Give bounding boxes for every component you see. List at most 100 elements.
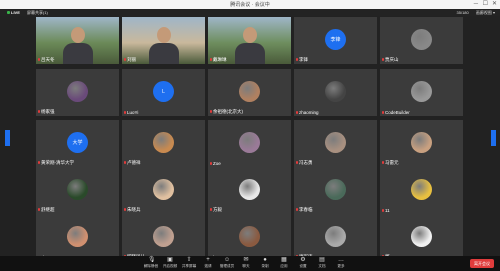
avatar xyxy=(153,226,174,247)
participant-tile[interactable]: 马雷元 xyxy=(380,120,463,167)
avatar xyxy=(325,226,346,247)
mic-muted-icon xyxy=(38,208,40,212)
participant-name: 卢德祥 xyxy=(124,160,141,166)
avatar xyxy=(239,132,260,153)
avatar xyxy=(239,81,260,102)
participant-tile[interactable]: 贾庆山 xyxy=(380,17,463,64)
maximize-button[interactable]: ☐ xyxy=(483,0,488,9)
participant-name: 马雷元 xyxy=(382,160,399,166)
mic-muted-icon xyxy=(382,58,384,62)
live-indicator[interactable]: LIVE xyxy=(7,10,20,15)
participant-tile[interactable]: 卢德祥 xyxy=(122,120,205,167)
participant-tile[interactable]: 李春临 xyxy=(294,167,377,214)
mic-muted-icon xyxy=(38,161,40,165)
avatar xyxy=(153,132,174,153)
leave-meeting-button[interactable]: 离开会议 xyxy=(470,259,494,268)
chat-icon: ✉ xyxy=(243,257,249,263)
person-silhouette-icon xyxy=(242,27,257,43)
apps-icon: ▦ xyxy=(281,257,287,263)
avatar xyxy=(411,81,432,102)
toolbar-button-label: 应用 xyxy=(280,264,288,268)
participant-tile[interactable]: hs xyxy=(208,214,291,261)
participant-tile[interactable]: 冯志勇 xyxy=(294,120,377,167)
mic-muted-icon xyxy=(296,208,298,212)
participant-name: LuoYi xyxy=(124,110,138,115)
close-button[interactable]: ✕ xyxy=(492,0,497,9)
mic-muted-icon xyxy=(210,208,212,212)
participant-tile[interactable]: Zoe xyxy=(208,120,291,167)
participant-tile[interactable]: ck xyxy=(36,214,119,261)
participant-tile[interactable]: 印晓凤儿 xyxy=(122,214,205,261)
gear-icon: ⚙ xyxy=(300,257,306,263)
toolbar-button-label: 文档 xyxy=(318,264,326,268)
toolbar-button-label: 邀请 xyxy=(204,264,212,268)
participant-tile[interactable]: 朱晓兵 xyxy=(122,167,205,214)
avatar xyxy=(239,179,260,200)
participant-name: 吕天冬 xyxy=(38,57,55,63)
camera-icon: ▣ xyxy=(167,257,173,263)
avatar xyxy=(411,179,432,200)
mic-muted-icon xyxy=(382,111,384,115)
participant-tile[interactable]: 杨家强 xyxy=(36,69,119,116)
mic-icon: 🎙 xyxy=(148,257,156,263)
toolbar-button[interactable]: … 更多 xyxy=(327,257,355,269)
prev-page-button[interactable] xyxy=(5,130,10,146)
participant-tile[interactable]: 舒继超 xyxy=(36,167,119,214)
participant-tile[interactable]: 大学 黄荣刚-清华大学 xyxy=(36,120,119,167)
invite-icon: + xyxy=(206,257,210,263)
view-mode-button[interactable]: 画廊视图 ▾ xyxy=(476,10,495,15)
avatar xyxy=(153,179,174,200)
mic-muted-icon xyxy=(124,111,126,115)
participant-tile[interactable]: 方毅 xyxy=(208,167,291,214)
toolbar-button-label: 设置 xyxy=(299,264,307,268)
doc-icon: ▤ xyxy=(319,257,325,263)
mic-muted-icon xyxy=(124,208,126,212)
participant-tile[interactable]: zhaoming xyxy=(294,69,377,116)
participant-tile[interactable]: L LuoYi xyxy=(122,69,205,116)
avatar xyxy=(325,132,346,153)
participant-tile[interactable]: 吕天冬 xyxy=(36,17,119,64)
mic-muted-icon xyxy=(296,58,298,62)
meeting-topbar: LIVE 屏幕共享(1) 35/180 画廊视图 ▾ xyxy=(0,9,500,16)
participant-name: 李锋 xyxy=(296,57,308,63)
avatar xyxy=(411,226,432,247)
window-title: 腾讯会议 · 会议中 xyxy=(230,2,270,8)
avatar xyxy=(411,132,432,153)
next-page-button[interactable] xyxy=(491,130,496,146)
meeting-toolbar: 离开会议 🎙 解除静音 ▣ 开启视频 ⇧ 共享屏幕 + 邀请 ☺ 管理成员 ✉ 聊天 ● 录制 ▦ 应用 ⚙ 设置… xyxy=(0,256,500,271)
participant-tile[interactable]: CodeBuilder xyxy=(380,69,463,116)
avatar xyxy=(239,226,260,247)
participant-tile[interactable]: 余祖德(北京大) xyxy=(208,69,291,116)
participant-name: 冯志勇 xyxy=(296,160,313,166)
live-dot-icon xyxy=(7,11,10,15)
share-screen-label[interactable]: 屏幕共享(1) xyxy=(27,10,48,16)
participant-name: 李春临 xyxy=(296,207,313,213)
person-body-icon xyxy=(62,43,93,64)
participant-name: 戴琳琳 xyxy=(210,57,227,63)
participant-tile[interactable]: 11 xyxy=(380,167,463,214)
mic-muted-icon xyxy=(210,110,212,114)
participant-name: 杨家强 xyxy=(38,109,55,115)
participant-tile[interactable]: 谢军涛 xyxy=(294,214,377,261)
toolbar-button-label: 聊天 xyxy=(242,264,250,268)
mic-muted-icon xyxy=(38,110,40,114)
participant-tile[interactable]: 刘丽 xyxy=(122,17,205,64)
avatar xyxy=(325,179,346,200)
avatar: 李锋 xyxy=(325,29,346,50)
participant-tile[interactable]: 郭 xyxy=(380,214,463,261)
avatar xyxy=(67,179,88,200)
avatar: 大学 xyxy=(67,132,88,153)
person-silhouette-icon xyxy=(70,27,85,43)
avatar xyxy=(67,226,88,247)
participant-name: 余祖德(北京大) xyxy=(210,109,243,115)
participant-name: CodeBuilder xyxy=(382,110,410,115)
minimize-button[interactable]: ─ xyxy=(474,0,478,9)
participant-tile[interactable]: 李锋 李锋 xyxy=(294,17,377,64)
participant-name: 朱晓兵 xyxy=(124,207,141,213)
mic-muted-icon xyxy=(124,161,126,165)
participant-tile[interactable]: 戴琳琳 xyxy=(208,17,291,64)
participant-name: 刘丽 xyxy=(124,57,136,63)
participant-count: 35/180 xyxy=(456,10,469,15)
participant-name: zhaoming xyxy=(296,110,319,115)
mic-muted-icon xyxy=(382,161,384,165)
